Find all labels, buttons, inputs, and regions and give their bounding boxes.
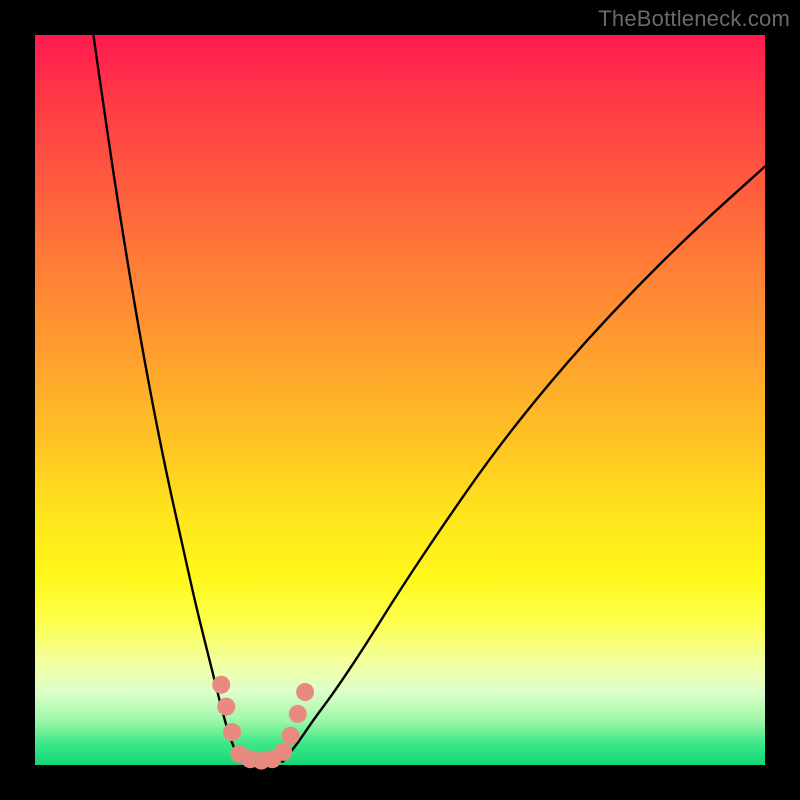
bottleneck-curve <box>93 35 765 761</box>
curve-layer <box>35 35 765 765</box>
plot-area <box>35 35 765 765</box>
valley-marker <box>289 705 307 723</box>
valley-marker <box>212 676 230 694</box>
valley-marker <box>217 698 235 716</box>
watermark-text: TheBottleneck.com <box>598 6 790 32</box>
valley-marker <box>274 743 292 761</box>
chart-frame: TheBottleneck.com <box>0 0 800 800</box>
valley-marker <box>296 683 314 701</box>
valley-marker <box>223 723 241 741</box>
valley-marker <box>282 727 300 745</box>
